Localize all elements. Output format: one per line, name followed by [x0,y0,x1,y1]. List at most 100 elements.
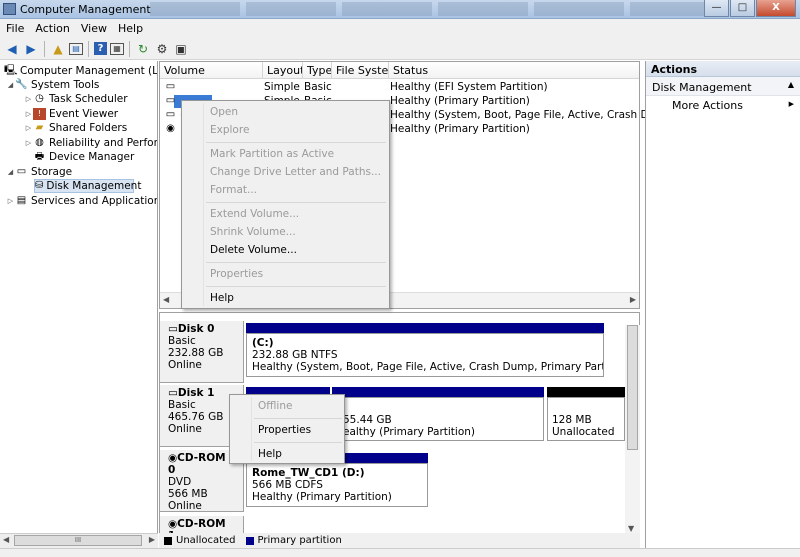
menu-file[interactable]: File [0,19,29,35]
tree-item-reliability[interactable]: ▷◍Reliability and Performa [24,136,157,150]
up-folder-icon[interactable]: ▲ [50,41,66,57]
expand-arrow-icon[interactable]: ▷ [24,110,33,118]
disk-management-icon: ⛁ [35,180,44,191]
menu-help[interactable]: Help [112,19,148,35]
show-hide-tree-icon[interactable]: ▤ [69,42,83,55]
background-window-tabs [150,2,710,16]
column-header-layout[interactable]: Layout [263,62,303,78]
tree-item-system-tools[interactable]: ◢ 🔧 System Tools [6,78,100,92]
shared-folder-icon: ▰ [35,122,44,133]
column-header-volume[interactable]: Volume [160,62,263,78]
collapse-arrow-icon[interactable]: ◢ [6,168,15,176]
cdrom-1-label[interactable]: ◉CD-ROM 1 [160,516,244,533]
tree-item-computer-management[interactable]: 🖳Computer Management (Local [4,64,157,78]
cd-drive-icon: ◉ [168,518,178,530]
minimize-button[interactable]: — [704,0,729,17]
scroll-left-icon[interactable]: ◀ [163,295,169,304]
menu-item-disk-properties[interactable]: Properties [258,424,311,436]
disk-1-unallocated[interactable]: 128 MB Unallocated [547,397,625,441]
menu-bar: File Action View Help [0,19,800,38]
table-row[interactable]: ▭ Simple Basic Healthy (EFI System Partiti… [160,81,548,95]
more-actions-link[interactable]: More Actions ▶ [646,96,800,115]
disk-1-partition-2-bar [332,387,544,397]
disk-icon: ▭ [168,387,178,399]
disk-0-label[interactable]: ▭Disk 0 Basic 232.88 GB Online [160,321,244,383]
tree-item-storage[interactable]: ◢ ▭ Storage [6,165,72,179]
cd-drive-icon: ◉ [166,123,175,134]
performance-icon: ◍ [35,137,44,148]
scroll-right-icon[interactable]: ▶ [630,295,636,304]
back-arrow-icon[interactable]: ◀ [4,41,20,57]
drive-icon: ▭ [165,109,176,120]
partition-legend: Unallocated Primary partition [159,533,640,548]
disk-context-menu: Offline Properties Help [229,394,345,464]
properties-icon[interactable]: ▦ [110,42,124,55]
volume-list-header: Volume Layout Type File System Status [160,62,639,79]
status-bar [0,548,800,557]
scroll-right-icon[interactable]: ▶ [149,535,155,544]
column-header-file-system[interactable]: File System [332,62,389,78]
tree-item-device-manager[interactable]: 🖶 Device Manager [33,150,135,164]
expand-arrow-icon[interactable]: ▷ [24,95,33,103]
column-header-type[interactable]: Type [303,62,332,78]
menu-item-extend-volume[interactable]: Extend Volume... [210,208,299,220]
scroll-left-icon[interactable]: ◀ [3,535,9,544]
maximize-button[interactable]: □ [730,0,755,17]
menu-item-shrink-volume[interactable]: Shrink Volume... [210,226,296,238]
expand-arrow-icon[interactable]: ▷ [24,124,33,132]
tree-item-services-applications[interactable]: ▷ ▤ Services and Applications [6,194,157,208]
export-icon[interactable]: ▣ [173,41,189,57]
expand-arrow-icon[interactable]: ▷ [24,139,33,147]
menu-action[interactable]: Action [29,19,74,35]
drive-icon: ▭ [165,81,176,92]
menu-item-open[interactable]: Open [210,106,238,118]
submenu-arrow-icon: ▶ [788,100,794,108]
collapse-arrow-icon[interactable]: ◢ [6,81,15,89]
tree-item-task-scheduler[interactable]: ▷ ◷ Task Scheduler [24,92,128,106]
cdrom-0-partition-d[interactable]: Rome_TW_CD1 (D:) 566 MB CDFS Healthy (Pr… [246,463,428,507]
volume-context-menu: Open Explore Mark Partition as Active Ch… [181,100,390,309]
help-icon[interactable]: ? [94,42,107,55]
window-title: Computer Management [20,3,151,16]
refresh-icon[interactable]: ↻ [135,41,151,57]
close-button[interactable]: X [756,0,796,17]
menu-view[interactable]: View [75,19,112,35]
navigation-tree: 🖳Computer Management (Local ◢🔧System Too… [0,61,158,548]
settings-icon[interactable]: ⚙ [154,41,170,57]
toolbar: ◀ ▶ ▲ ▤ ? ▦ ↻ ⚙ ▣ [0,38,800,60]
computer-management-icon [3,3,16,15]
menu-item-properties[interactable]: Properties [210,268,263,280]
menu-item-help[interactable]: Help [210,292,234,304]
actions-header: Actions [646,61,800,77]
menu-item-explore[interactable]: Explore [210,124,249,136]
primary-partition-swatch [245,536,254,545]
tree-item-disk-management[interactable]: ⛁ Disk Management [34,179,141,193]
tree-item-shared-folders[interactable]: ▷ ▰ Shared Folders [24,121,127,135]
tree-scroll-thumb[interactable]: III [14,535,142,546]
services-icon: ▤ [16,195,27,206]
event-viewer-icon: ! [33,108,46,120]
menu-item-delete-volume[interactable]: Delete Volume... [210,244,297,256]
actions-section-disk-management[interactable]: Disk Management ▲ [646,77,800,96]
expand-arrow-icon[interactable]: ▷ [6,197,15,205]
disk-icon: ▭ [168,323,178,335]
tree-item-event-viewer[interactable]: ▷! Event Viewer [24,107,118,121]
menu-item-format[interactable]: Format... [210,184,257,196]
forward-arrow-icon[interactable]: ▶ [23,41,39,57]
disk-view-scroll-thumb[interactable] [627,325,638,450]
unallocated-swatch [164,536,172,545]
menu-item-mark-active[interactable]: Mark Partition as Active [210,148,334,160]
clock-icon: ◷ [35,93,44,104]
storage-icon: ▭ [16,166,27,177]
column-header-status[interactable]: Status [389,62,639,78]
cd-drive-icon: ◉ [168,452,178,464]
disk-0-partition-bar [246,323,604,333]
disk-1-partition-2[interactable]: 55.44 GB ealthy (Primary Partition) [332,397,544,441]
collapse-up-icon[interactable]: ▲ [788,80,794,89]
scroll-down-icon[interactable]: ▼ [628,524,634,533]
disk-view-vertical-scrollbar[interactable]: ▼ [625,325,640,534]
menu-item-change-drive-letter[interactable]: Change Drive Letter and Paths... [210,166,381,178]
menu-item-disk-help[interactable]: Help [258,448,282,460]
disk-0-partition-c[interactable]: (C:) 232.88 GB NTFS Healthy (System, Boo… [246,333,604,377]
menu-item-offline[interactable]: Offline [258,400,292,412]
